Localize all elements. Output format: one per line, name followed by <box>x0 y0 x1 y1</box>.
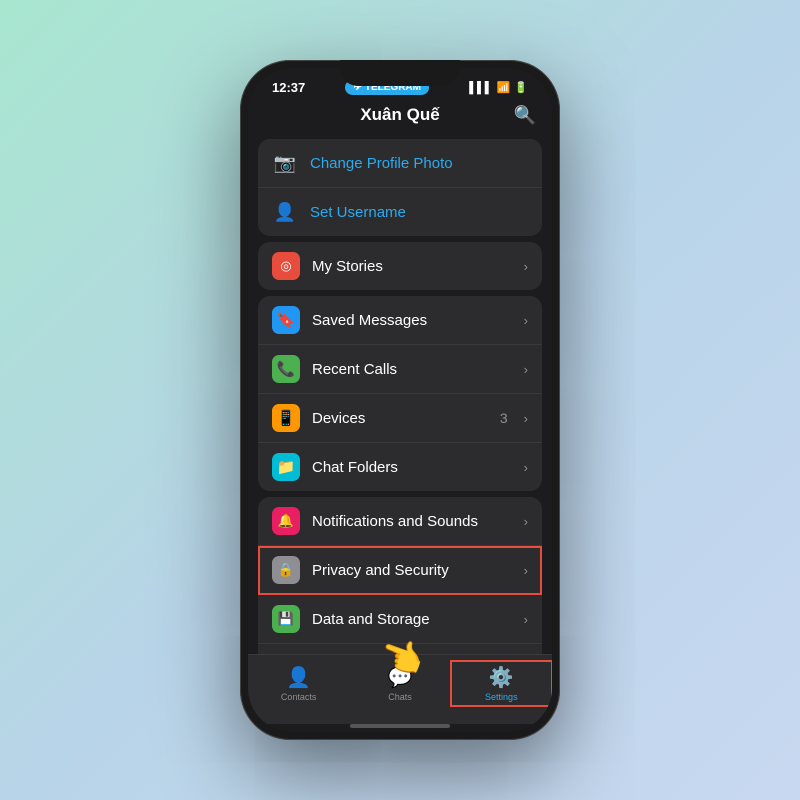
storage-icon: 💾 <box>272 605 300 633</box>
tab-bar: 👤 Contacts 💬 Chats 👈 ⚙️ Settings <box>248 654 552 724</box>
status-icons: ▌▌▌ 📶 🔋 <box>469 81 528 94</box>
chat-folders-label: Chat Folders <box>312 459 512 476</box>
privacy-security-item[interactable]: 🔒 Privacy and Security › <box>258 546 542 595</box>
settings-label: Settings <box>485 692 518 702</box>
username-icon: 👤 <box>272 199 298 225</box>
profile-section: 📷 Change Profile Photo 👤 Set Username <box>258 139 542 236</box>
devices-icon: 📱 <box>272 404 300 432</box>
my-stories-chevron: › <box>524 259 528 274</box>
main-section: 🔖 Saved Messages › 📞 Recent Calls › 📱 De… <box>258 296 542 491</box>
privacy-security-label: Privacy and Security <box>312 562 512 579</box>
contacts-label: Contacts <box>281 692 317 702</box>
page-header: Xuân Quế 🔍 <box>248 99 552 133</box>
chats-label: Chats <box>388 692 412 702</box>
set-username-item[interactable]: 👤 Set Username <box>258 188 542 236</box>
tab-contacts[interactable]: 👤 Contacts <box>248 661 349 706</box>
devices-chevron: › <box>524 411 528 426</box>
saved-icon: 🔖 <box>272 306 300 334</box>
page-title: Xuân Quế <box>360 105 439 125</box>
saved-messages-item[interactable]: 🔖 Saved Messages › <box>258 296 542 345</box>
notifications-label: Notifications and Sounds <box>312 513 512 530</box>
notifications-item[interactable]: 🔔 Notifications and Sounds › <box>258 497 542 546</box>
signal-icon: ▌▌▌ <box>469 82 492 94</box>
battery-icon: 🔋 <box>514 81 528 94</box>
devices-item[interactable]: 📱 Devices 3 › <box>258 394 542 443</box>
stories-section: ◎ My Stories › <box>258 242 542 290</box>
change-profile-photo-label: Change Profile Photo <box>310 155 453 172</box>
devices-value: 3 <box>500 410 508 426</box>
recent-calls-item[interactable]: 📞 Recent Calls › <box>258 345 542 394</box>
saved-chevron: › <box>524 313 528 328</box>
privacy-icon: 🔒 <box>272 556 300 584</box>
settings-section: 🔔 Notifications and Sounds › 🔒 Privacy a… <box>258 497 542 654</box>
my-stories-item[interactable]: ◎ My Stories › <box>258 242 542 290</box>
tab-chats[interactable]: 💬 Chats 👈 <box>349 661 450 706</box>
saved-messages-label: Saved Messages <box>312 312 512 329</box>
status-time: 12:37 <box>272 80 305 95</box>
recent-calls-chevron: › <box>524 362 528 377</box>
my-stories-label: My Stories <box>312 258 512 275</box>
search-icon[interactable]: 🔍 <box>514 105 536 126</box>
calls-icon: 📞 <box>272 355 300 383</box>
chat-folders-item[interactable]: 📁 Chat Folders › <box>258 443 542 491</box>
folders-icon: 📁 <box>272 453 300 481</box>
recent-calls-label: Recent Calls <box>312 361 512 378</box>
wifi-icon: 📶 <box>497 81 511 94</box>
stories-icon: ◎ <box>272 252 300 280</box>
data-storage-label: Data and Storage <box>312 611 512 628</box>
notifications-icon: 🔔 <box>272 507 300 535</box>
tab-settings[interactable]: ⚙️ Settings <box>451 661 552 706</box>
privacy-chevron: › <box>524 563 528 578</box>
set-username-label: Set Username <box>310 204 406 221</box>
screen: Xuân Quế 🔍 📷 Change Profile Photo 👤 Set … <box>248 99 552 732</box>
content-area: 📷 Change Profile Photo 👤 Set Username ◎ … <box>248 133 552 654</box>
devices-label: Devices <box>312 410 488 427</box>
chat-folders-chevron: › <box>524 460 528 475</box>
change-profile-photo-item[interactable]: 📷 Change Profile Photo <box>258 139 542 188</box>
data-storage-chevron: › <box>524 612 528 627</box>
phone-frame: 12:37 ✈ TELEGRAM ▌▌▌ 📶 🔋 Xuân Quế 🔍 <box>240 60 560 740</box>
camera-icon: 📷 <box>272 150 298 176</box>
contacts-icon: 👤 <box>286 665 311 690</box>
settings-icon: ⚙️ <box>489 665 514 690</box>
notifications-chevron: › <box>524 514 528 529</box>
